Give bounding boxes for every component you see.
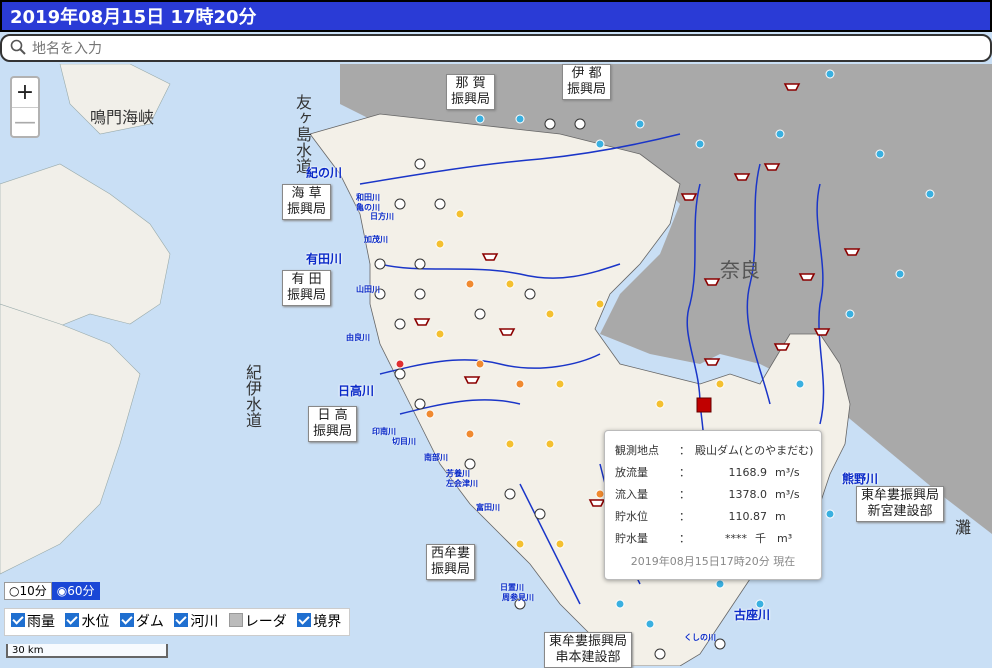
layer-river-checkbox[interactable]: 河川: [174, 613, 218, 630]
map-label-nara: 奈良: [720, 258, 760, 282]
search-bar[interactable]: [0, 34, 992, 62]
zoom-control[interactable]: + —: [10, 76, 40, 138]
river-label-small: くしの川: [684, 633, 716, 642]
sea-label-yura: 友ヶ島水道: [293, 94, 312, 174]
office-label-arida[interactable]: 有 田振興局: [282, 270, 332, 306]
layer-rain-checkbox[interactable]: 雨量: [11, 613, 55, 630]
office-label-naga[interactable]: 那 賀振興局: [446, 74, 496, 110]
map-area[interactable]: 鳴門海峡 友ヶ島水道 紀伊水道 奈良 灘: [0, 64, 992, 666]
interval-60min[interactable]: ◉60分: [51, 582, 100, 600]
search-icon: [10, 39, 26, 55]
sea-label-naru: 鳴門海峡: [90, 108, 155, 127]
river-label-aridagawa: 有田川: [306, 252, 343, 266]
river-label-small: 切目川: [392, 437, 416, 446]
dam-info-popup: 観測地点：殿山ダム(とのやまだむ) 放流量： 1168.9 m³/s 流入量： 137…: [604, 430, 822, 580]
interval-10min[interactable]: ○10分: [4, 582, 52, 600]
river-label-small: 周参見川: [502, 593, 534, 602]
river-label-hidakagawa: 日高川: [338, 384, 375, 398]
river-label-small: 日方川: [370, 212, 394, 221]
sea-label-kii: 紀伊水道: [243, 364, 262, 428]
selected-dam-marker[interactable]: [696, 397, 712, 413]
office-label-higashimuro[interactable]: 東牟婁振興局 新宮建設部: [856, 486, 945, 522]
river-label-small: 由良川: [346, 333, 370, 342]
page-title: 2019年08月15日 17時20分: [0, 0, 992, 32]
river-label-small: 左会津川: [446, 479, 478, 488]
sea-label-nada: 灘: [955, 518, 972, 537]
office-label-hidaka[interactable]: 日 高振興局: [308, 406, 358, 442]
zoom-in-button[interactable]: +: [12, 78, 38, 107]
layer-water-level-checkbox[interactable]: 水位: [65, 613, 109, 630]
office-label-kaiso[interactable]: 海 草振興局: [282, 184, 332, 220]
interval-toggle[interactable]: ○10分 ◉60分: [4, 582, 100, 600]
river-label-small: 加茂川: [364, 235, 388, 244]
office-label-ito[interactable]: 伊 都振興局: [562, 64, 612, 100]
river-label-small: 富田川: [476, 503, 500, 512]
search-input[interactable]: [30, 38, 974, 60]
river-label-kumanogawa: 熊野川: [842, 472, 879, 486]
layer-dam-checkbox[interactable]: ダム: [119, 613, 164, 630]
river-label-small: 山田川: [356, 285, 380, 294]
office-label-kushimoto[interactable]: 東牟婁振興局 串本建設部: [544, 632, 633, 668]
map-canvas[interactable]: [0, 64, 992, 666]
river-label-small: 南部川: [424, 453, 448, 462]
layer-boundary-checkbox[interactable]: 境界: [297, 613, 341, 630]
river-label-kozagawa: 古座川: [734, 608, 771, 622]
layer-radar-checkbox[interactable]: レーダ: [228, 613, 287, 630]
office-label-nishimuro[interactable]: 西牟婁 振興局: [426, 544, 476, 580]
river-label-kinokawa: 紀の川: [306, 166, 343, 180]
scale-bar: 30 km: [6, 644, 168, 658]
zoom-out-button[interactable]: —: [12, 107, 38, 137]
layer-toggle-bar: 雨量 水位 ダム 河川 レーダ 境界: [4, 608, 350, 636]
